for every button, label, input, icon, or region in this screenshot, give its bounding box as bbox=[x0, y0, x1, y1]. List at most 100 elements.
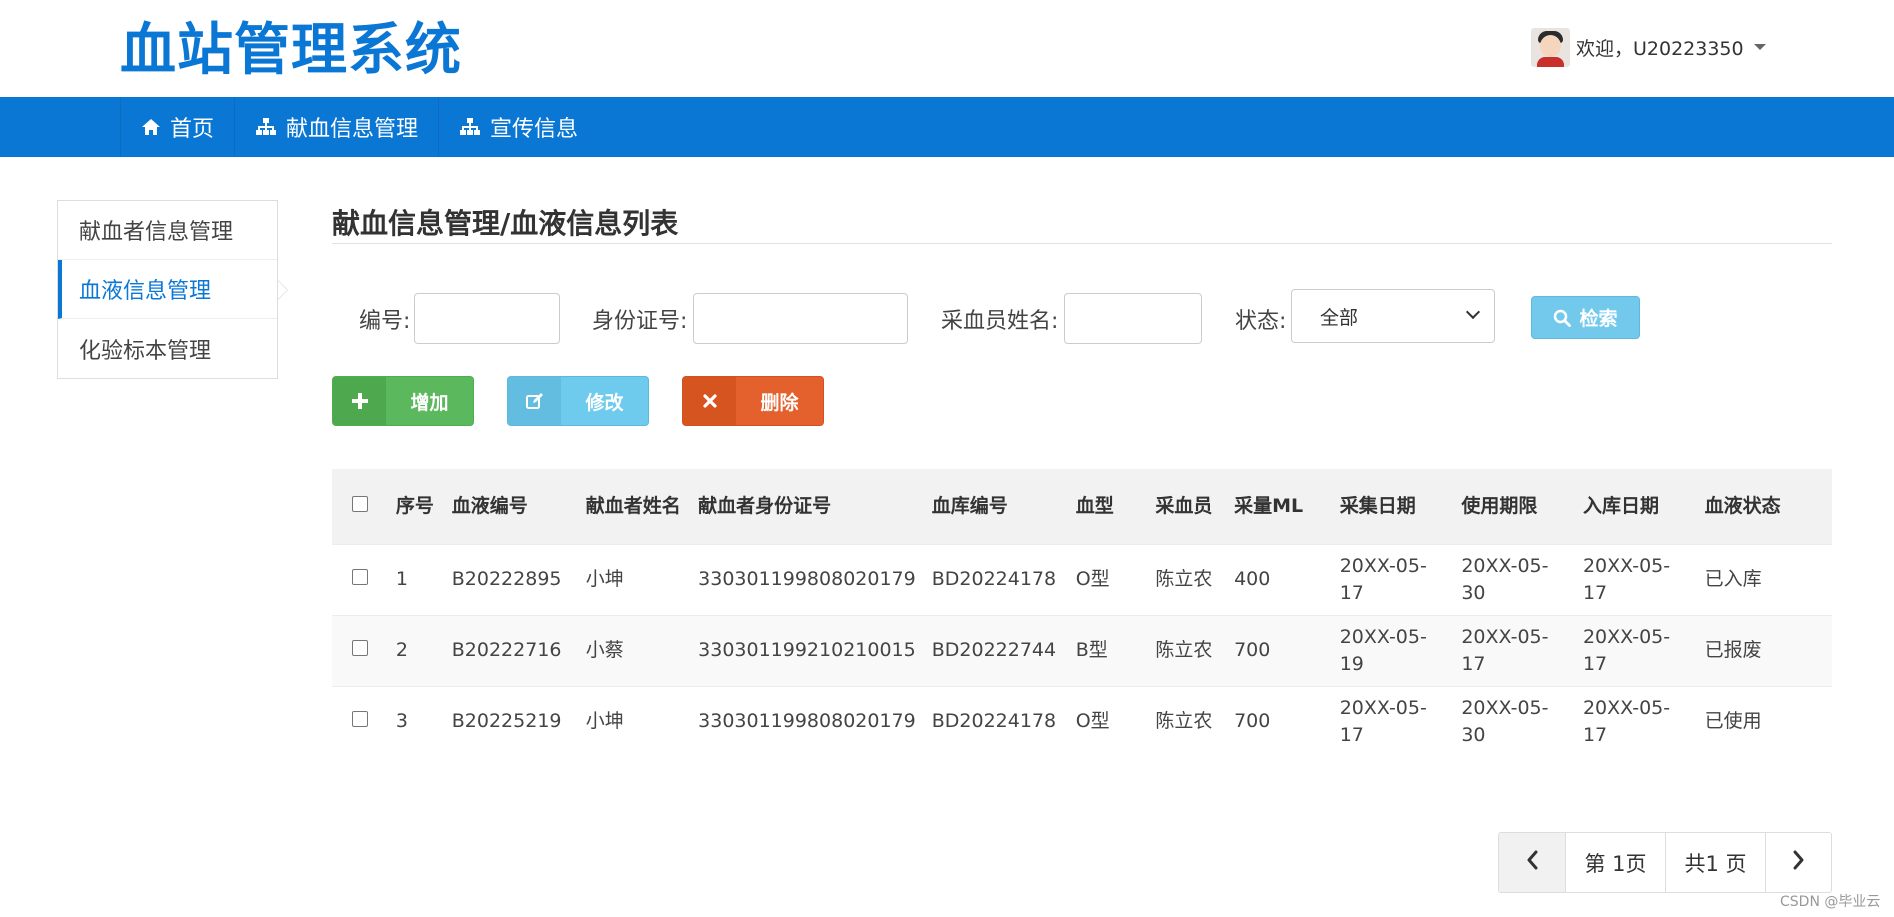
table-cell: B20222895 bbox=[451, 568, 562, 590]
column-header: 献血者姓名 bbox=[585, 494, 681, 517]
close-icon bbox=[683, 377, 736, 425]
table-cell: 小蔡 bbox=[585, 639, 624, 661]
column-header: 血库编号 bbox=[931, 494, 1008, 517]
chevron-down-icon bbox=[1465, 304, 1481, 320]
search-button-label: 检索 bbox=[1579, 308, 1618, 330]
avatar bbox=[1531, 27, 1570, 67]
collector-label: 采血员姓名: bbox=[941, 309, 1059, 334]
table-cell: 已使用 bbox=[1704, 710, 1762, 733]
table-cell: 小坤 bbox=[585, 710, 624, 733]
nav-item-publicity[interactable]: 宣传信息 bbox=[438, 97, 598, 157]
table-cell: 700 bbox=[1234, 639, 1271, 661]
chevron-left-icon bbox=[1526, 850, 1538, 875]
delete-button[interactable]: 删除 bbox=[682, 376, 824, 426]
table-cell: 20XX-05-17 bbox=[1339, 554, 1427, 604]
row-select-cell bbox=[332, 686, 388, 757]
table-cell: 3 bbox=[395, 710, 408, 733]
app-title: 血站管理系统 bbox=[120, 18, 462, 83]
select-all-checkbox[interactable] bbox=[352, 495, 368, 512]
table-cell: 20XX-05-17 bbox=[1461, 625, 1549, 675]
table-cell: 1 bbox=[395, 568, 408, 590]
status-select-value: 全部 bbox=[1320, 306, 1359, 329]
watermark: CSDN @毕业云 bbox=[1780, 894, 1881, 910]
home-icon bbox=[141, 118, 161, 136]
table-cell: 2 bbox=[395, 639, 408, 661]
chevron-right-icon bbox=[1793, 850, 1805, 875]
row-select-cell bbox=[332, 544, 388, 615]
column-header: 采集日期 bbox=[1339, 494, 1416, 517]
table-cell: 400 bbox=[1234, 568, 1271, 590]
column-header: 血液状态 bbox=[1704, 494, 1781, 517]
table-cell: 330301199210210015 bbox=[698, 639, 916, 661]
user-menu[interactable]: 欢迎，U20223350 bbox=[1531, 27, 1766, 67]
sidebar-item-donor-info[interactable]: 献血者信息管理 bbox=[58, 201, 277, 260]
table-cell: 已入库 bbox=[1704, 568, 1762, 590]
nav-label: 宣传信息 bbox=[490, 117, 579, 142]
column-header: 使用期限 bbox=[1461, 494, 1538, 517]
select-all-cell bbox=[332, 469, 388, 544]
table-cell: 已报废 bbox=[1704, 639, 1762, 661]
table-cell: BD20222744 bbox=[931, 639, 1057, 661]
search-button[interactable]: 检索 bbox=[1531, 296, 1640, 339]
row-checkbox[interactable] bbox=[352, 569, 368, 585]
table-cell: 20XX-05-19 bbox=[1339, 625, 1427, 675]
table-cell: 20XX-05-30 bbox=[1461, 696, 1549, 746]
nav-label: 首页 bbox=[170, 117, 215, 142]
add-button[interactable]: 增加 bbox=[332, 376, 474, 426]
edit-button[interactable]: 修改 bbox=[507, 376, 649, 426]
table-cell: 20XX-05-17 bbox=[1582, 696, 1671, 746]
nav-item-home[interactable]: 首页 bbox=[120, 97, 234, 157]
id-input[interactable] bbox=[414, 293, 560, 344]
column-header: 入库日期 bbox=[1582, 494, 1659, 517]
table-cell: BD20224178 bbox=[931, 710, 1057, 733]
plus-icon bbox=[333, 377, 386, 425]
search-bar: 编号: 身份证号: 采血员姓名: 状态: 全部 检索 bbox=[332, 289, 1832, 345]
collector-input[interactable] bbox=[1064, 293, 1202, 344]
pagination: 第 1页 共1 页 bbox=[1498, 832, 1832, 893]
row-checkbox[interactable] bbox=[352, 711, 368, 728]
table-cell: 330301199808020179 bbox=[698, 710, 916, 733]
app-header: 血站管理系统 欢迎，U20223350 bbox=[0, 0, 1894, 97]
search-icon bbox=[1553, 309, 1572, 327]
table-row[interactable]: 3 B20225219 小坤 330301199808020179 BD2022… bbox=[332, 686, 1832, 757]
id-label: 编号: bbox=[359, 309, 411, 334]
column-header: 血液编号 bbox=[451, 494, 528, 517]
caret-down-icon[interactable] bbox=[1753, 44, 1766, 50]
current-page: 第 1页 bbox=[1565, 833, 1665, 892]
total-pages: 共1 页 bbox=[1665, 833, 1765, 892]
table-cell: 20XX-05-30 bbox=[1461, 554, 1549, 604]
table-cell: 330301199808020179 bbox=[698, 568, 916, 590]
table-cell: B20222716 bbox=[451, 639, 562, 661]
table-row[interactable]: 2 B20222716 小蔡 330301199210210015 BD2022… bbox=[332, 615, 1832, 686]
column-header: 采量ML bbox=[1234, 494, 1304, 517]
idcard-label: 身份证号: bbox=[592, 309, 688, 334]
nav-item-donation[interactable]: 献血信息管理 bbox=[234, 97, 438, 157]
table-cell: 陈立农 bbox=[1155, 710, 1213, 733]
next-page-button[interactable] bbox=[1765, 833, 1831, 892]
welcome-text: 欢迎，U20223350 bbox=[1576, 37, 1744, 60]
sidebar-item-specimen[interactable]: 化验标本管理 bbox=[58, 319, 277, 378]
sitemap-icon bbox=[459, 118, 481, 136]
sidebar-item-blood-info[interactable]: 血液信息管理 bbox=[58, 260, 288, 319]
table-cell: BD20224178 bbox=[931, 568, 1057, 590]
add-button-label: 增加 bbox=[410, 391, 449, 414]
title-divider bbox=[332, 243, 1832, 244]
idcard-input[interactable] bbox=[693, 293, 908, 344]
table-cell: 小坤 bbox=[585, 568, 624, 590]
table-cell: 陈立农 bbox=[1155, 639, 1213, 661]
column-header: 献血者身份证号 bbox=[698, 494, 832, 517]
edit-icon bbox=[508, 377, 561, 425]
main-nav: 首页 献血信息管理 宣传信息 bbox=[0, 97, 1894, 157]
nav-label: 献血信息管理 bbox=[286, 117, 419, 142]
column-header: 序号 bbox=[395, 494, 434, 517]
table-cell: 陈立农 bbox=[1155, 568, 1213, 590]
table-cell: 20XX-05-17 bbox=[1582, 625, 1671, 675]
status-select[interactable]: 全部 bbox=[1291, 289, 1495, 343]
table-row[interactable]: 1 B20222895 小坤 330301199808020179 BD2022… bbox=[332, 544, 1832, 615]
page-title: 献血信息管理/血液信息列表 bbox=[332, 207, 679, 240]
status-label: 状态: bbox=[1235, 309, 1287, 334]
table-header-row: 序号 血液编号 献血者姓名 献血者身份证号 血库编号 血型 采血员 采量ML 采… bbox=[332, 469, 1832, 544]
prev-page-button[interactable] bbox=[1499, 833, 1565, 892]
row-checkbox[interactable] bbox=[352, 640, 368, 656]
edit-button-label: 修改 bbox=[585, 391, 624, 414]
